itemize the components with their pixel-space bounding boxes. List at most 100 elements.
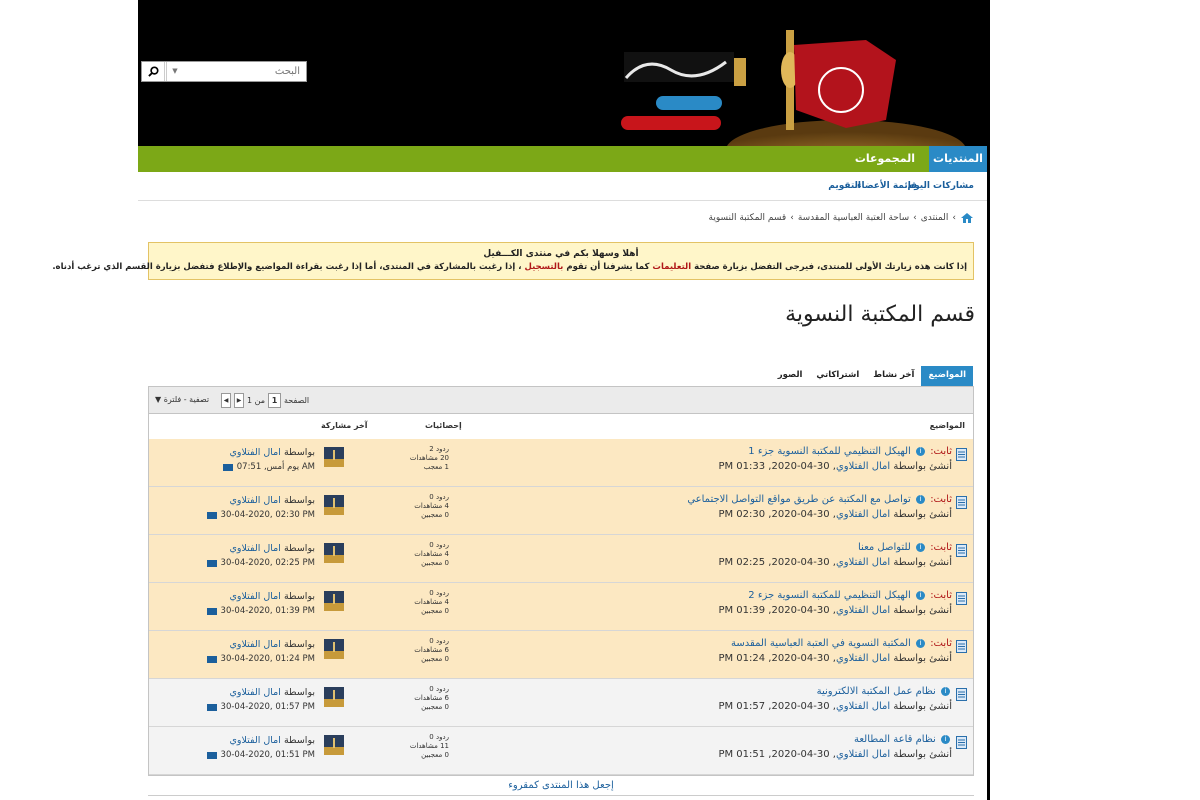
thread-icon (956, 736, 967, 749)
last-post-user-link[interactable]: امال الفتلاوي (229, 735, 280, 746)
sticky-prefix: ثابت: (930, 542, 952, 553)
last-post-user-link[interactable]: امال الفتلاوي (229, 495, 280, 506)
last-post-date: 30-04-2020, 01:57 PM (206, 702, 315, 712)
avatar[interactable] (324, 687, 344, 707)
thread-date: 30-04-2020, 01:57 PM (718, 701, 830, 712)
mark-read-link[interactable]: إجعل هذا المنتدى كمقروء (138, 780, 984, 791)
go-to-post-icon[interactable] (206, 511, 217, 519)
last-post-user-link[interactable]: امال الفتلاوي (229, 543, 280, 554)
author-link[interactable]: امال الفتلاوي (836, 605, 890, 616)
info-icon[interactable]: i (916, 494, 925, 504)
page-label: الصفحة (284, 395, 310, 405)
next-page-arrow-icon[interactable]: ◀ (221, 392, 231, 408)
started-by-label: أنشئ بواسطة (893, 653, 952, 664)
last-post-date: 30-04-2020, 02:30 PM (206, 510, 315, 520)
table-row: ثابت: i تواصل مع المكتبة عن طريق مواقع ا… (149, 487, 973, 535)
site-header: ▼ (138, 0, 987, 180)
author-link[interactable]: امال الفتلاوي (836, 653, 890, 664)
search-button[interactable] (142, 62, 165, 81)
thread-title-link[interactable]: تواصل مع المكتبة عن طريق مواقع التواصل ا… (687, 494, 911, 505)
page-title: قسم المكتبة النسوية (785, 302, 975, 327)
last-post-date: يوم أمس, 07:51 AM (222, 462, 315, 472)
info-icon[interactable]: i (916, 542, 925, 552)
started-by-label: أنشئ بواسطة (893, 605, 952, 616)
thread-stats: ردود 06 مشاهدات 0 معجبين (405, 637, 449, 664)
notice-title: أهلا وسهلا بكم في منتدى الكـــفيل (483, 249, 639, 259)
by-label: بواسطة (283, 591, 315, 602)
info-icon[interactable]: i (916, 638, 925, 648)
by-label: بواسطة (283, 735, 315, 746)
last-post-by: بواسطة امال الفتلاوي (229, 639, 315, 650)
author-link[interactable]: امال الفتلاوي (836, 461, 890, 472)
last-post-user-link[interactable]: امال الفتلاوي (229, 447, 280, 458)
search-options-dropdown[interactable]: ▼ (166, 62, 183, 81)
sticky-prefix: ثابت: (930, 638, 952, 649)
prev-page-arrow-icon[interactable]: ▶ (234, 392, 244, 408)
info-icon[interactable]: i (941, 734, 950, 744)
info-icon[interactable]: i (916, 446, 925, 456)
col-stats: إحصائيات (425, 421, 462, 430)
started-by-label: أنشئ بواسطة (893, 509, 952, 520)
view-count: 6 مشاهدات (414, 694, 449, 702)
like-count: 1 معجب (423, 463, 449, 471)
avatar[interactable] (324, 639, 344, 659)
thread-meta: أنشئ بواسطة امال الفتلاوي, 30-04-2020, 0… (718, 557, 952, 568)
author-link[interactable]: امال الفتلاوي (836, 509, 890, 520)
last-post-user-link[interactable]: امال الفتلاوي (229, 639, 280, 650)
by-label: بواسطة (283, 495, 315, 506)
home-icon[interactable] (960, 212, 974, 224)
tab-forums[interactable]: المنتديات (929, 146, 987, 172)
member-list-link[interactable]: قائمة الأعضاء (857, 181, 917, 191)
avatar[interactable] (324, 447, 344, 467)
avatar[interactable] (324, 495, 344, 515)
page-number-input[interactable]: 1 (268, 392, 282, 408)
go-to-post-icon[interactable] (206, 607, 217, 615)
filter-dropdown[interactable]: ▼ تصفية - فلترة (155, 395, 209, 404)
go-to-post-icon[interactable] (222, 463, 233, 471)
pagination: الصفحة 1 من 1 ▶ ◀ (221, 392, 309, 408)
author-link[interactable]: امال الفتلاوي (836, 701, 890, 712)
breadcrumb-parent[interactable]: ساحة العتبة العباسية المقدسة (798, 213, 909, 223)
today-posts-link[interactable]: مشاركات اليوم (908, 181, 974, 191)
tab-activity[interactable]: آخر نشاط (866, 366, 921, 386)
tab-topics[interactable]: المواضيع (921, 366, 973, 386)
go-to-post-icon[interactable] (206, 703, 217, 711)
go-to-post-icon[interactable] (206, 655, 217, 663)
register-link[interactable]: بالتسجيل (524, 262, 563, 272)
avatar[interactable] (324, 735, 344, 755)
author-link[interactable]: امال الفتلاوي (836, 749, 890, 760)
avatar[interactable] (324, 543, 344, 563)
last-post-user-link[interactable]: امال الفتلاوي (229, 591, 280, 602)
tab-groups[interactable]: المجموعات (855, 146, 915, 172)
calendar-link[interactable]: التقويم (828, 181, 861, 191)
thread-date: 30-04-2020, 01:33 PM (718, 461, 830, 472)
author-link[interactable]: امال الفتلاوي (836, 557, 890, 568)
thread-title-link[interactable]: الهيكل التنظيمي للمكتبة النسوية جزء 1 (748, 446, 911, 457)
by-label: بواسطة (283, 543, 315, 554)
info-icon[interactable]: i (941, 686, 950, 696)
avatar[interactable] (324, 591, 344, 611)
thread-title-link[interactable]: المكتبة النسوية في العتبة العباسية المقد… (731, 638, 911, 649)
breadcrumb-home[interactable]: المنتدى (921, 213, 949, 223)
site-logo[interactable] (616, 0, 987, 180)
thread-title-link[interactable]: نظام قاعة المطالعة (854, 734, 936, 745)
last-post-date: 30-04-2020, 02:25 PM (206, 558, 315, 568)
tab-subscriptions[interactable]: اشتراكاتي (809, 366, 866, 386)
thread-title-line: i نظام قاعة المطالعة (854, 734, 952, 745)
last-post-user-link[interactable]: امال الفتلاوي (229, 687, 280, 698)
thread-title-link[interactable]: الهيكل التنظيمي للمكتبة النسوية جزء 2 (748, 590, 911, 601)
last-post-date: 30-04-2020, 01:39 PM (206, 606, 315, 616)
reply-count: ردود 0 (429, 589, 449, 597)
faq-link[interactable]: التعليمات (652, 262, 691, 272)
go-to-post-icon[interactable] (206, 559, 217, 567)
go-to-post-icon[interactable] (206, 751, 217, 759)
thread-title-line: i نظام عمل المكتبة الالكترونية (817, 686, 952, 697)
search-input[interactable] (182, 63, 304, 80)
thread-stats: ردود 04 مشاهدات 0 معجبين (405, 589, 449, 616)
last-post-time: 30-04-2020, 01:24 PM (220, 654, 315, 664)
tab-photos[interactable]: الصور (771, 366, 810, 386)
thread-title-link[interactable]: للتواصل معنا (858, 542, 911, 553)
info-icon[interactable]: i (916, 590, 925, 600)
thread-title-link[interactable]: نظام عمل المكتبة الالكترونية (817, 686, 936, 697)
column-headers: المواضيع إحصائيات آخر مشاركة (149, 413, 973, 440)
